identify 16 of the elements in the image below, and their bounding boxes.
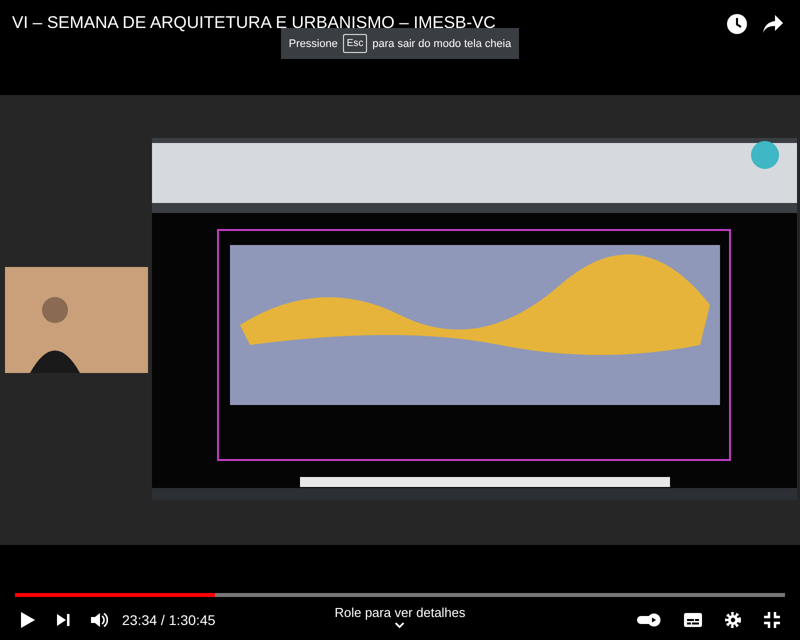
subtitles-icon[interactable] [684, 613, 702, 627]
clock-icon[interactable] [726, 13, 748, 35]
settings-icon[interactable] [724, 611, 742, 629]
volume-icon[interactable] [90, 612, 108, 628]
share-icon[interactable] [762, 14, 784, 34]
toast-text: para sair do modo tela cheia [372, 38, 512, 50]
video-title: VI – SEMANA DE ARQUITETURA E URBANISMO – IMESB-VC [12, 12, 496, 34]
exit-fullscreen-icon[interactable] [764, 612, 780, 628]
toast-text: Pressione [288, 38, 338, 50]
autoplay-toggle[interactable] [636, 613, 662, 627]
chevron-down-icon [395, 622, 405, 628]
time-display: 23:34 / 1:30:45 [122, 612, 216, 628]
esc-key: Esc [342, 34, 368, 53]
scroll-hint: Role para ver detalhes [334, 605, 466, 620]
play-icon[interactable] [20, 611, 36, 629]
next-icon[interactable] [56, 613, 70, 627]
